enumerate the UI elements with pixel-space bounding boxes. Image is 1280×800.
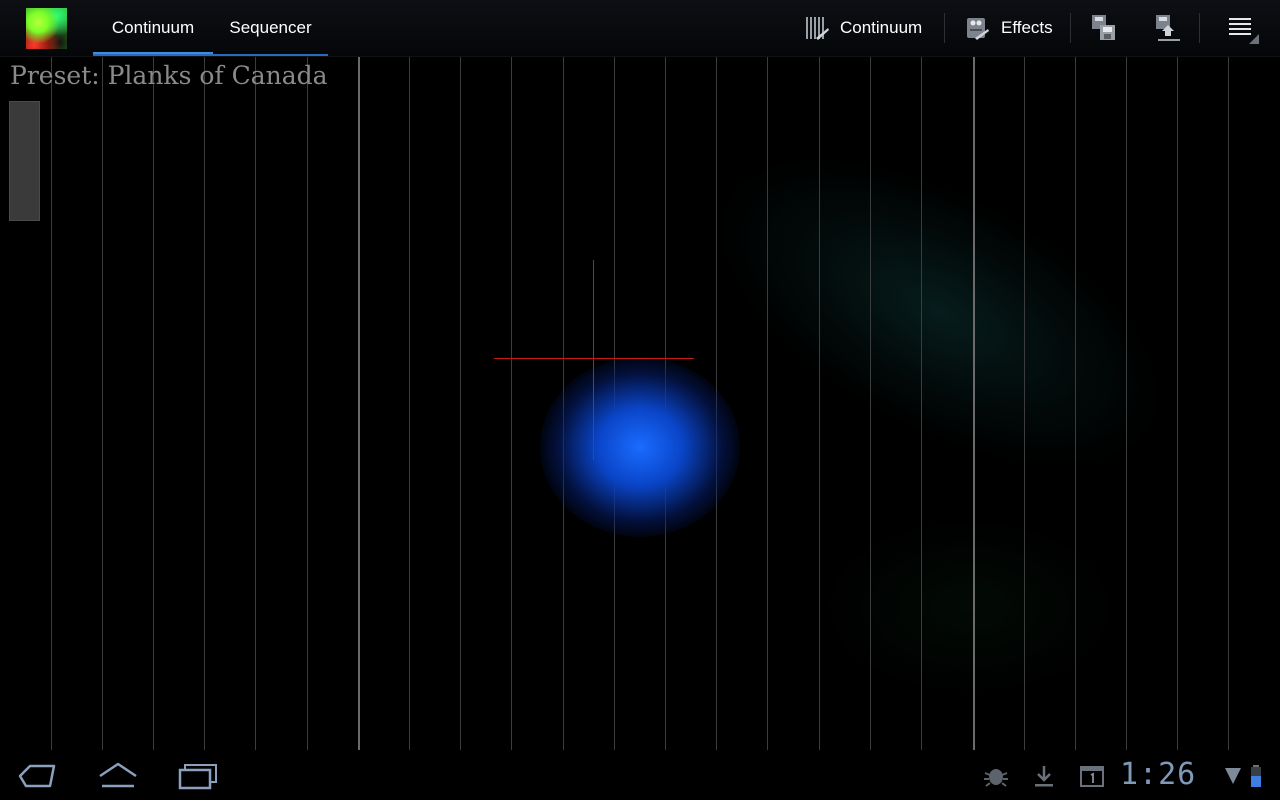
effects-button[interactable]: Effects <box>965 0 1053 56</box>
note-line <box>51 57 52 750</box>
effects-label: Effects <box>1001 18 1053 37</box>
debug-notification[interactable] <box>982 764 1010 792</box>
note-line <box>870 57 871 750</box>
note-line <box>767 57 768 750</box>
note-line <box>1024 57 1025 750</box>
instrument-button[interactable]: Continuum <box>804 0 922 56</box>
crosshair-horizontal <box>494 358 694 359</box>
note-line <box>409 57 410 750</box>
system-bar: 1:26 <box>0 750 1280 800</box>
divider <box>1070 13 1071 43</box>
download-notification[interactable] <box>1032 764 1056 792</box>
save-preset-button[interactable] <box>1090 0 1118 56</box>
instrument-label: Continuum <box>840 18 923 37</box>
tab-continuum-label: Continuum <box>111 18 195 37</box>
continuum-play-surface[interactable]: Preset: Planks of Canada <box>0 57 1280 750</box>
blue-touch-glow <box>540 357 740 537</box>
wifi-indicator <box>1224 766 1242 790</box>
instrument-icon <box>804 14 830 42</box>
note-line <box>1177 57 1178 750</box>
home-icon <box>96 762 140 796</box>
status-clock[interactable]: 1:26 <box>1120 758 1196 792</box>
load-icon <box>1154 13 1182 43</box>
battery-indicator <box>1250 764 1262 792</box>
octave-line <box>973 57 975 750</box>
octave-line <box>358 57 360 750</box>
battery-icon <box>1250 765 1262 792</box>
tab-sequencer[interactable]: Sequencer <box>213 0 328 56</box>
load-preset-button[interactable] <box>1154 0 1182 56</box>
save-icon <box>1090 13 1118 43</box>
back-button[interactable] <box>16 760 58 796</box>
recent-apps-icon <box>176 764 220 796</box>
effects-icon <box>965 14 991 42</box>
debug-icon <box>982 769 1010 792</box>
note-line <box>1228 57 1229 750</box>
divider <box>944 13 945 43</box>
note-line <box>307 57 308 750</box>
note-line <box>921 57 922 750</box>
note-line <box>153 57 154 750</box>
home-button[interactable] <box>96 760 140 796</box>
overflow-menu-icon <box>1226 10 1260 46</box>
note-line <box>1075 57 1076 750</box>
tab-continuum[interactable]: Continuum <box>93 0 213 56</box>
overflow-menu-button[interactable] <box>1226 0 1260 56</box>
back-icon <box>16 764 58 796</box>
crosshair-vertical <box>593 260 594 460</box>
note-line <box>819 57 820 750</box>
note-line <box>460 57 461 750</box>
note-line <box>204 57 205 750</box>
app-icon[interactable] <box>26 8 67 49</box>
note-line <box>1126 57 1127 750</box>
calendar-icon <box>1078 766 1106 792</box>
tab-underline <box>93 54 328 56</box>
note-line <box>511 57 512 750</box>
level-bar <box>9 101 40 221</box>
tab-sequencer-label: Sequencer <box>229 18 312 37</box>
note-line <box>102 57 103 750</box>
divider <box>1199 13 1200 43</box>
recent-apps-button[interactable] <box>176 760 220 796</box>
download-icon <box>1032 766 1056 792</box>
calendar-notification[interactable] <box>1078 764 1106 792</box>
preset-label: Preset: Planks of Canada <box>10 61 328 90</box>
wifi-icon <box>1224 768 1242 790</box>
action-bar: Continuum Sequencer Continuum Effects <box>0 0 1280 57</box>
note-line <box>255 57 256 750</box>
